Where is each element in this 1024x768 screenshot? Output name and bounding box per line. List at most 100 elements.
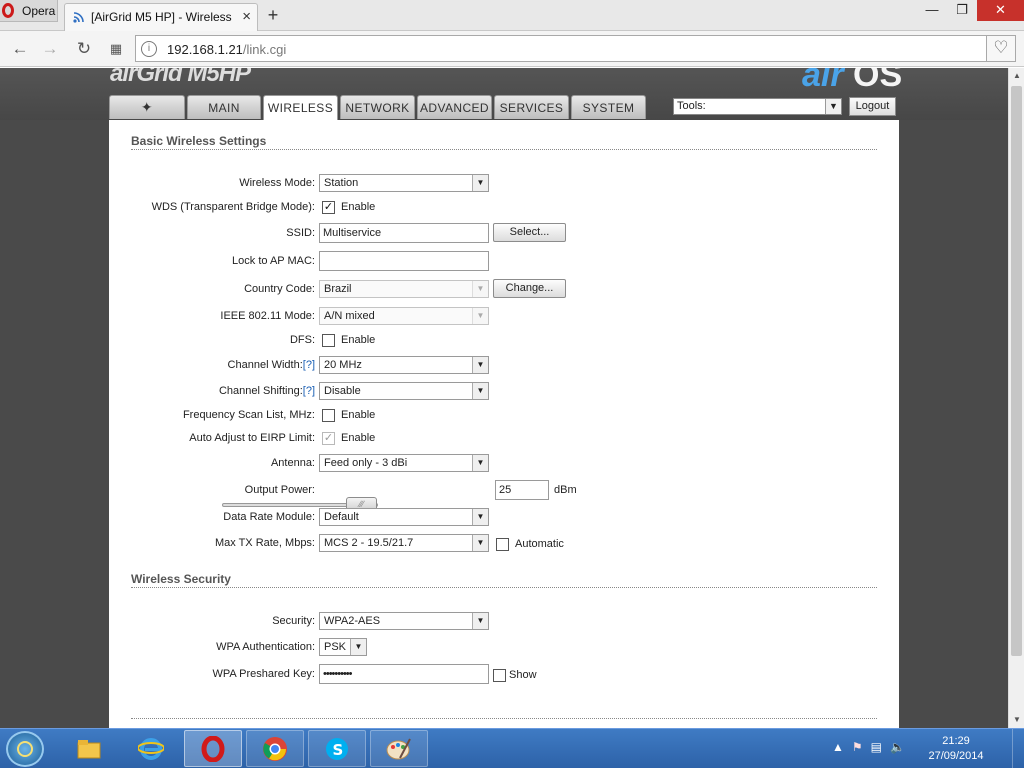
tray-expand-icon[interactable]: ▲ [832, 740, 844, 754]
max-tx-rate-value: MCS 2 - 19.5/21.7 [324, 537, 414, 549]
airos-logo-air: air [802, 68, 844, 94]
action-center-flag-icon[interactable]: ⚑ [852, 740, 863, 754]
opera-menu-button[interactable]: Opera [0, 0, 58, 22]
taskbar-skype[interactable]: S [308, 730, 366, 767]
security-select[interactable]: WPA2-AES ▼ [319, 612, 489, 630]
country-code-value: Brazil [324, 283, 352, 295]
scroll-down-icon[interactable]: ▼ [1009, 712, 1024, 728]
chevron-down-icon: ▼ [350, 639, 366, 655]
opera-icon [201, 735, 225, 762]
site-info-icon[interactable]: i [141, 41, 157, 57]
tab-wireless[interactable]: WIRELESS [263, 95, 338, 120]
wds-enable-checkbox[interactable] [322, 201, 335, 214]
network-icon[interactable]: ▤ [871, 740, 882, 754]
url-text: 192.168.1.21/link.cgi [167, 42, 286, 57]
show-key-checkbox[interactable] [493, 669, 506, 682]
browser-tab-bar: Opera [AirGrid M5 HP] - Wireless × + — ❐… [0, 0, 1024, 31]
lock-ap-mac-label: Lock to AP MAC: [232, 255, 315, 267]
tab-close-icon[interactable]: × [242, 8, 251, 25]
freq-scan-enable-checkbox[interactable] [322, 409, 335, 422]
wireless-mode-select[interactable]: Station ▼ [319, 174, 489, 192]
tab-ubnt-logo[interactable]: ✦ [109, 95, 185, 119]
channel-shifting-help-link[interactable]: [?] [303, 385, 315, 397]
chevron-down-icon: ▼ [472, 281, 488, 297]
country-change-button[interactable]: Change... [493, 279, 566, 298]
country-code-select[interactable]: Brazil ▼ [319, 280, 489, 298]
opera-menu-label: Opera [22, 4, 56, 18]
ssid-label: SSID: [286, 227, 315, 239]
antenna-select[interactable]: Feed only - 3 dBi ▼ [319, 454, 489, 472]
tab-network[interactable]: NETWORK [340, 95, 415, 119]
opera-logo-icon [2, 3, 14, 18]
channel-shifting-label-text: Channel Shifting: [218, 385, 303, 397]
taskbar-internet-explorer[interactable] [122, 730, 180, 767]
wpa-auth-select[interactable]: PSK ▼ [319, 638, 367, 656]
logout-button[interactable]: Logout [849, 97, 896, 116]
airos-logo-os: OS [853, 68, 903, 94]
auto-eirp-enable-label: Enable [341, 432, 376, 444]
tab-main[interactable]: MAIN [187, 95, 261, 119]
windows-taskbar: S ▲ ⚑ ▤ 🔈 21:29 27/09/2014 [0, 728, 1024, 768]
tools-select[interactable]: Tools: ▼ [673, 98, 842, 115]
chevron-down-icon: ▼ [472, 308, 488, 324]
wifi-icon [73, 12, 84, 23]
scrollbar-thumb[interactable] [1011, 86, 1022, 656]
tab-title: [AirGrid M5 HP] - Wireless [91, 10, 232, 24]
channel-shifting-label: Channel Shifting:[?] [219, 385, 315, 397]
ieee-mode-select[interactable]: A/N mixed ▼ [319, 307, 489, 325]
max-tx-rate-select[interactable]: MCS 2 - 19.5/21.7 ▼ [319, 534, 489, 552]
taskbar-opera[interactable] [184, 730, 242, 767]
freq-scan-list-label: Frequency Scan List, MHz: [182, 409, 315, 421]
bookmark-heart-icon[interactable]: ♡ [986, 35, 1016, 62]
wpa-auth-value: PSK [324, 641, 347, 653]
show-desktop-button[interactable] [1012, 729, 1024, 768]
address-bar[interactable]: i 192.168.1.21/link.cgi [135, 35, 987, 62]
window-minimize-button[interactable]: — [917, 0, 947, 21]
wds-enable-label: Enable [341, 201, 376, 213]
back-arrow-icon[interactable]: ← [10, 39, 30, 59]
taskbar-chrome[interactable] [246, 730, 304, 767]
dfs-label: DFS: [289, 334, 315, 346]
tab-system[interactable]: SYSTEM [571, 95, 646, 119]
security-value: WPA2-AES [324, 615, 381, 627]
ssid-input[interactable]: Multiservice [319, 223, 489, 243]
chevron-down-icon: ▼ [472, 613, 488, 629]
system-tray: ▲ ⚑ ▤ 🔈 [832, 740, 905, 754]
window-restore-button[interactable]: ❐ [947, 0, 977, 21]
auto-eirp-enable-checkbox[interactable] [322, 432, 335, 445]
taskbar-clock[interactable]: 21:29 27/09/2014 [924, 734, 988, 764]
folder-icon [77, 739, 101, 758]
output-power-input[interactable]: 25 [495, 480, 549, 500]
reload-icon[interactable]: ↻ [74, 39, 94, 59]
channel-shifting-select[interactable]: Disable ▼ [319, 382, 489, 400]
taskbar-paint[interactable] [370, 730, 428, 767]
window-close-button[interactable]: ✕ [977, 0, 1024, 21]
scroll-up-icon[interactable]: ▲ [1009, 68, 1024, 84]
clock-date: 27/09/2014 [928, 750, 984, 762]
section-divider [131, 149, 877, 150]
ssid-select-button[interactable]: Select... [493, 223, 566, 242]
skype-icon: S [326, 737, 348, 760]
data-rate-module-select[interactable]: Default ▼ [319, 508, 489, 526]
antenna-value: Feed only - 3 dBi [324, 457, 408, 469]
forward-arrow-icon[interactable]: → [40, 39, 60, 59]
page-viewport: airGrid M5HP air OS ✦ MAIN WIRELESS NETW… [0, 68, 1008, 728]
page-scrollbar[interactable]: ▲ ▼ [1008, 68, 1024, 728]
channel-width-help-link[interactable]: [?] [303, 359, 315, 371]
browser-tab-active[interactable]: [AirGrid M5 HP] - Wireless × [64, 3, 258, 31]
taskbar-file-explorer[interactable] [60, 730, 118, 767]
speed-dial-grid-icon[interactable]: ▦ [106, 41, 126, 57]
wpa-key-input[interactable]: •••••••••• [319, 664, 489, 684]
tab-services[interactable]: SERVICES [494, 95, 569, 119]
volume-icon[interactable]: 🔈 [890, 740, 905, 754]
channel-width-select[interactable]: 20 MHz ▼ [319, 356, 489, 374]
dfs-enable-checkbox[interactable] [322, 334, 335, 347]
start-button[interactable] [6, 731, 44, 767]
new-tab-button[interactable]: + [263, 5, 283, 26]
page-header: airGrid M5HP air OS ✦ MAIN WIRELESS NETW… [0, 68, 1008, 120]
tab-advanced[interactable]: ADVANCED [417, 95, 492, 119]
window-controls: — ❐ ✕ [917, 0, 1024, 21]
max-tx-automatic-checkbox[interactable] [496, 538, 509, 551]
lock-ap-mac-input[interactable] [319, 251, 489, 271]
channel-width-value: 20 MHz [324, 359, 362, 371]
